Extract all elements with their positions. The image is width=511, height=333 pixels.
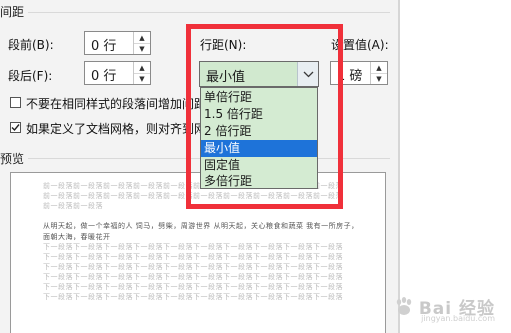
- set-value-label: 设置值(A):: [331, 38, 389, 52]
- spinner-buttons: ▲ ▼: [133, 62, 150, 84]
- same-style-label: 不要在相同样式的段落间增加间距: [26, 97, 207, 111]
- spin-down-icon[interactable]: ▼: [371, 73, 387, 84]
- preview-section-title: 预览: [0, 152, 25, 166]
- spacing-section-title: 间距: [0, 5, 25, 19]
- option-double[interactable]: 2 倍行距: [201, 123, 317, 140]
- spin-down-icon[interactable]: ▼: [134, 73, 150, 84]
- line-spacing-select[interactable]: 最小值: [199, 61, 319, 87]
- preview-next-paragraph: 下一段落下一段落下一段落下一段落下一段落下一段落下一段落下一段落下一段落下一段落: [43, 293, 343, 301]
- spacing-before-spinner[interactable]: 0 行 ▲ ▼: [84, 31, 151, 55]
- baidu-watermark: Bai 经验 jingyan.baidu.com: [393, 294, 495, 323]
- option-at-least[interactable]: 最小值: [201, 140, 317, 157]
- set-value-value[interactable]: 1 磅: [337, 65, 362, 84]
- option-multiple[interactable]: 多倍行距: [201, 173, 317, 190]
- option-exactly[interactable]: 固定值: [201, 157, 317, 174]
- preview-prev-paragraph: 前一段落前一段落前一段落前一段落前一段落前一段落前一段落前一段落前一段落前一段落: [43, 192, 343, 200]
- set-value-spinner[interactable]: 1 磅 ▲ ▼: [330, 61, 388, 85]
- spacing-before-value[interactable]: 0 行: [91, 35, 116, 54]
- spin-down-icon[interactable]: ▼: [134, 43, 150, 54]
- preview-box: 前一段落前一段落前一段落前一段落前一段落前一段落前一段落前一段落前一段落前一段落…: [10, 172, 386, 333]
- preview-next-paragraph: 下一段落下一段落下一段落下一段落下一段落下一段落下一段落下一段落下一段落下一段落: [43, 253, 343, 261]
- preview-next-paragraph: 下一段落下一段落下一段落下一段落下一段落下一段落下一段落下一段落下一段落下一段落: [43, 263, 343, 271]
- spacing-after-spinner[interactable]: 0 行 ▲ ▼: [84, 61, 151, 85]
- option-one-point-five[interactable]: 1.5 倍行距: [201, 106, 317, 123]
- spinner-buttons: ▲ ▼: [370, 62, 387, 84]
- background-area: [400, 0, 511, 333]
- line-spacing-dropdown-list: 单倍行距 1.5 倍行距 2 倍行距 最小值 固定值 多倍行距: [200, 87, 318, 189]
- checkmark-icon: [11, 124, 20, 132]
- paw-logo-icon: [396, 296, 412, 315]
- spacing-before-label: 段前(B):: [8, 38, 54, 52]
- option-single[interactable]: 单倍行距: [201, 89, 317, 106]
- same-style-checkbox[interactable]: [10, 97, 21, 108]
- spinner-buttons: ▲ ▼: [133, 32, 150, 54]
- watermark-url: jingyan.baidu.com: [421, 314, 495, 323]
- preview-sample-text: 从明天起，做一个幸福的人 饲马，劈柴，周游世界 从明天起，关心粮食和蔬菜 我有一…: [43, 222, 359, 230]
- snap-grid-checkbox[interactable]: [10, 122, 21, 133]
- spacing-after-value[interactable]: 0 行: [91, 65, 116, 84]
- spacing-after-label: 段后(F):: [8, 69, 53, 83]
- chevron-down-icon[interactable]: [297, 62, 318, 86]
- preview-next-paragraph: 下一段落下一段落下一段落下一段落下一段落下一段落下一段落下一段落下一段落下一段落: [43, 273, 343, 281]
- preview-prev-paragraph: 前一段落前一段落: [43, 202, 103, 210]
- preview-next-paragraph: 下一段落下一段落下一段落下一段落下一段落下一段落下一段落下一段落下一段落下一段落: [43, 243, 343, 251]
- preview-next-paragraph: 下一段落下一段落下一段落下一段落下一段落下一段落下一段落下一段落下一段落下一段落: [43, 283, 343, 291]
- preview-sample-text: 面朝大海，春暖花开: [43, 233, 111, 241]
- dialog-edge: [398, 0, 400, 333]
- line-spacing-value: 最小值: [206, 70, 246, 85]
- snap-grid-label: 如果定义了文档网格，则对齐到网格: [26, 122, 219, 136]
- line-spacing-label: 行距(N):: [200, 38, 247, 52]
- section-divider: [28, 12, 390, 13]
